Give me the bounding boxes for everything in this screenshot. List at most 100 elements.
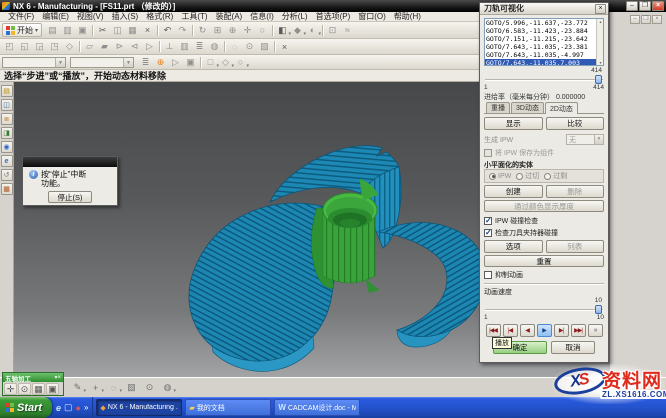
menu-tools[interactable]: 工具(T) bbox=[177, 11, 211, 22]
show-desktop-icon[interactable]: ▢ bbox=[64, 402, 73, 413]
step-back-button[interactable]: ◀ bbox=[520, 324, 535, 337]
task-nx[interactable]: ◆ NX 6 - Manufacturing ... bbox=[96, 399, 182, 416]
goto-line[interactable]: GOTO/7.643,-11.035,-23.381 bbox=[485, 43, 596, 51]
list-scrollbar[interactable] bbox=[596, 19, 603, 65]
generate-toolpath-icon[interactable]: ⊳ bbox=[112, 40, 127, 53]
stop-playback-button[interactable]: ■ bbox=[588, 324, 603, 337]
assembly-navigator-icon[interactable]: ▤ bbox=[1, 85, 13, 97]
close-icon[interactable]: × bbox=[595, 4, 606, 14]
forward-to-end-button[interactable]: ▶▶| bbox=[571, 324, 586, 337]
radio-ipw[interactable]: IPW bbox=[489, 173, 511, 180]
start-app-button[interactable]: 开始 ▾ bbox=[2, 23, 42, 37]
play-button[interactable]: ▶ bbox=[537, 324, 552, 337]
close-button[interactable]: × bbox=[652, 1, 664, 11]
options-button[interactable]: 选项 bbox=[484, 240, 543, 253]
media-player-icon[interactable]: ● bbox=[76, 403, 81, 413]
plus-select-icon[interactable]: + bbox=[88, 381, 103, 394]
cube-icon[interactable]: ▧ bbox=[124, 381, 139, 394]
menu-help[interactable]: 帮助(H) bbox=[390, 11, 425, 22]
menu-edit[interactable]: 编辑(E) bbox=[38, 11, 73, 22]
pan-icon[interactable]: ✛ bbox=[240, 24, 255, 37]
machine-icon[interactable]: ▣ bbox=[183, 56, 198, 69]
shop-doc-icon[interactable]: ▥ bbox=[177, 40, 192, 53]
refresh-icon[interactable]: ↻ bbox=[195, 24, 210, 37]
tab-2d-dynamic[interactable]: 2D动态 bbox=[545, 102, 578, 114]
rotate-icon[interactable]: ○ bbox=[255, 24, 270, 37]
edit-operation-icon[interactable]: ▱ bbox=[82, 40, 97, 53]
pan-hand-icon[interactable]: ✛ bbox=[4, 383, 17, 395]
radio-excess[interactable]: 过剩 bbox=[544, 171, 567, 181]
workpiece-icon[interactable]: ▧ bbox=[257, 40, 272, 53]
replay-toolpath-icon[interactable]: ⊲ bbox=[127, 40, 142, 53]
goto-line[interactable]: GOTO/6.583,-11.423,-23.884 bbox=[485, 27, 596, 35]
menu-view[interactable]: 视图(V) bbox=[73, 11, 108, 22]
stop-button[interactable]: 停止(S) bbox=[48, 191, 92, 203]
sketch-icon[interactable]: ≈ bbox=[340, 24, 355, 37]
create-method-icon[interactable]: ◳ bbox=[47, 40, 62, 53]
list-view-icon[interactable]: ≣ bbox=[138, 56, 153, 69]
internet-explorer-icon[interactable]: e bbox=[1, 155, 13, 167]
cut-operation-icon[interactable]: ▰ bbox=[97, 40, 112, 53]
zoom-icon[interactable]: ⊕ bbox=[225, 24, 240, 37]
rewind-to-start-button[interactable]: |◀◀ bbox=[486, 324, 501, 337]
constraint-navigator-icon[interactable]: ◫ bbox=[1, 99, 13, 111]
cut-icon[interactable]: ✂ bbox=[95, 24, 110, 37]
menu-insert[interactable]: 插入(S) bbox=[108, 11, 143, 22]
history-icon[interactable]: ↺ bbox=[1, 169, 13, 181]
delete-button[interactable]: 删除 bbox=[546, 185, 605, 198]
close-icon[interactable]: × bbox=[57, 375, 61, 381]
suppress-animation-checkbox[interactable] bbox=[484, 271, 492, 279]
box-select-icon[interactable]: □ bbox=[203, 56, 218, 69]
magnify-icon[interactable]: ⊙ bbox=[142, 381, 157, 394]
show-button[interactable]: 显示 bbox=[484, 117, 543, 130]
start-button[interactable]: Start bbox=[0, 397, 52, 418]
quicklaunch-more-icon[interactable]: » bbox=[84, 403, 88, 412]
delete-icon[interactable]: × bbox=[140, 24, 155, 37]
generate-icon[interactable]: ⊕ bbox=[153, 56, 168, 69]
palette-titlebar[interactable]: 五轴加工 ▾ × bbox=[3, 373, 63, 382]
step-forward-button[interactable]: ▶| bbox=[554, 324, 569, 337]
child-close-button[interactable]: × bbox=[652, 15, 662, 24]
holder-collision-checkbox[interactable] bbox=[484, 229, 492, 237]
step-to-start-button[interactable]: |◀ bbox=[503, 324, 518, 337]
post-process-icon[interactable]: ⊥ bbox=[162, 40, 177, 53]
edge-select-icon[interactable]: ○ bbox=[233, 56, 248, 69]
fit-window-icon[interactable]: ▦ bbox=[32, 383, 45, 395]
new-file-icon[interactable]: ▤ bbox=[45, 24, 60, 37]
save-ipw-checkbox[interactable] bbox=[484, 149, 492, 157]
goto-line[interactable]: GOTO/5.996,-11.637,-23.772 bbox=[485, 19, 596, 27]
minimize-button[interactable]: – bbox=[626, 1, 638, 11]
wireframe-view-icon[interactable]: ◆ bbox=[290, 24, 305, 37]
stop-dialog-titlebar[interactable] bbox=[23, 157, 117, 167]
shaded-view-icon[interactable]: ◧ bbox=[275, 24, 290, 37]
tool-display-icon[interactable]: ⊙ bbox=[242, 40, 257, 53]
menu-file[interactable]: 文件(F) bbox=[4, 11, 38, 22]
paste-icon[interactable]: ▦ bbox=[125, 24, 140, 37]
sphere-icon[interactable]: ◍ bbox=[160, 381, 175, 394]
speed-slider-thumb[interactable] bbox=[595, 305, 602, 314]
menu-window[interactable]: 窗口(O) bbox=[354, 11, 390, 22]
tab-replay[interactable]: 重播 bbox=[486, 102, 510, 113]
child-restore-button[interactable]: ❐ bbox=[641, 15, 651, 24]
copy-icon[interactable]: ◫ bbox=[110, 24, 125, 37]
task-word-doc[interactable]: W CADCAM设计.doc - M... bbox=[274, 399, 360, 416]
verify-toolpath-icon[interactable]: ▷ bbox=[142, 40, 157, 53]
thickness-by-color-button[interactable]: 通过颜色显示厚度 bbox=[484, 200, 604, 212]
create-geometry-icon[interactable]: ◲ bbox=[32, 40, 47, 53]
open-file-icon[interactable]: ▥ bbox=[60, 24, 75, 37]
dialog-titlebar[interactable]: 刀轨可视化 × bbox=[480, 3, 608, 15]
menu-assemblies[interactable]: 装配(A) bbox=[212, 11, 247, 22]
ipw-collision-checkbox[interactable] bbox=[484, 217, 492, 225]
close-toolbar-icon[interactable]: × bbox=[277, 40, 292, 53]
create-tool-icon[interactable]: ◱ bbox=[17, 40, 32, 53]
create-operation-icon[interactable]: ◇ bbox=[62, 40, 77, 53]
restore-button[interactable]: ❐ bbox=[639, 1, 651, 11]
orient-icon[interactable]: ▣ bbox=[46, 383, 59, 395]
hd3d-tools-icon[interactable]: ◉ bbox=[1, 141, 13, 153]
materials-icon[interactable]: ▦ bbox=[1, 183, 13, 195]
goto-line[interactable]: GOTO/7.643,-11.035,-4.997 bbox=[485, 51, 596, 59]
zoom-view-icon[interactable]: ⊙ bbox=[18, 383, 31, 395]
brush-icon[interactable]: ✎ bbox=[70, 381, 85, 394]
snap-point-icon[interactable]: ⊡ bbox=[325, 24, 340, 37]
sync-icon[interactable]: ◌ bbox=[227, 40, 242, 53]
